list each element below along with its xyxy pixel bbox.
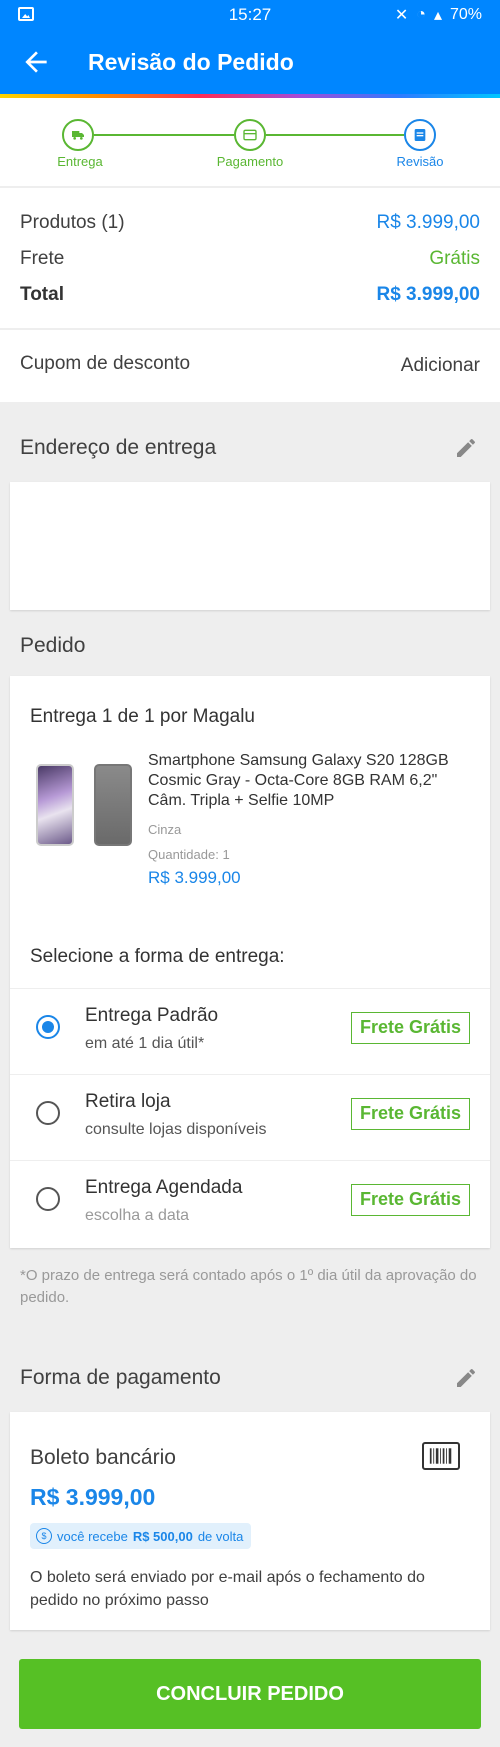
option-title: Entrega Padrão	[85, 1005, 219, 1026]
conclude-order-button[interactable]: CONCLUIR PEDIDO	[19, 1659, 481, 1729]
free-shipping-badge: Frete Grátis	[350, 1184, 470, 1216]
cashback-icon: $	[36, 1528, 52, 1544]
products-value: R$ 3.999,00	[376, 212, 480, 233]
radio-selected[interactable]	[36, 1015, 60, 1039]
signal-icon: ▴	[433, 7, 442, 24]
product-name: Smartphone Samsung Galaxy S20 128GB Cosm…	[148, 752, 449, 809]
payment-method: Boleto bancário	[30, 1446, 176, 1469]
radio-unselected[interactable]	[36, 1187, 60, 1211]
option-subtitle: em até 1 dia útil*	[85, 1035, 205, 1052]
delivery-option-agendada[interactable]: Entrega Agendada escolha a data Frete Gr…	[10, 1160, 490, 1246]
card-icon	[243, 129, 257, 141]
status-bar: 15:27 ✕ ◔ ▴ 70%	[0, 0, 500, 30]
edit-address-icon[interactable]	[454, 436, 478, 460]
checkout-stepper: Entrega Pagamento Revisão	[0, 98, 500, 186]
delivery-title: Entrega 1 de 1 por Magalu	[30, 706, 255, 727]
coupon-row[interactable]: Cupom de desconto Adicionar	[0, 330, 500, 402]
step-pagamento[interactable]	[234, 119, 266, 151]
page-title: Revisão do Pedido	[88, 49, 294, 75]
cashback-badge: $ você recebe R$ 500,00 de volta	[30, 1523, 252, 1549]
order-section-title: Pedido	[20, 634, 86, 657]
payment-description: O boleto será enviado por e-mail após o …	[30, 1569, 425, 1609]
delivery-option-retira-loja[interactable]: Retira loja consulte lojas disponíveis F…	[10, 1074, 490, 1160]
products-label: Produtos (1)	[20, 212, 125, 233]
total-value: R$ 3.999,00	[376, 284, 480, 305]
radio-unselected[interactable]	[36, 1101, 60, 1125]
cashback-suffix: de volta	[197, 1528, 244, 1544]
battery-text: 70%	[449, 6, 482, 23]
status-icons: ✕ ◔ ▴ 70%	[395, 5, 482, 25]
option-subtitle: escolha a data	[85, 1207, 190, 1224]
wifi-icon: ◔	[416, 6, 426, 23]
address-section-title: Endereço de entrega	[20, 436, 217, 459]
option-title: Retira loja	[85, 1091, 171, 1112]
product-price: R$ 3.999,00	[148, 868, 241, 887]
edit-payment-icon[interactable]	[454, 1366, 478, 1390]
order-card: Entrega 1 de 1 por Magalu Smartphone Sam…	[10, 676, 490, 1248]
total-label: Total	[20, 284, 64, 305]
payment-section-title: Forma de pagamento	[20, 1366, 221, 1389]
truck-icon	[72, 131, 84, 140]
barcode-icon	[422, 1442, 460, 1470]
select-delivery-title: Selecione a forma de entrega:	[30, 946, 285, 967]
stepper-line	[94, 134, 234, 136]
address-card[interactable]	[10, 482, 490, 610]
step-revisao[interactable]	[404, 119, 436, 151]
option-title: Entrega Agendada	[85, 1177, 243, 1198]
list-icon	[414, 129, 426, 141]
product-color: Cinza	[148, 822, 182, 837]
payment-card: Boleto bancário R$ 3.999,00 $ você receb…	[10, 1412, 490, 1630]
free-shipping-badge: Frete Grátis	[350, 1098, 470, 1130]
step-label-entrega: Entrega	[57, 154, 103, 169]
app-bar: Revisão do Pedido	[0, 30, 500, 94]
shipping-value: Grátis	[429, 248, 480, 269]
summary-products-row: Produtos (1) R$ 3.999,00	[20, 212, 480, 234]
step-label-pagamento: Pagamento	[216, 154, 284, 169]
coupon-label: Cupom de desconto	[20, 353, 191, 374]
add-coupon-button[interactable]: Adicionar	[401, 355, 480, 377]
cashback-value: R$ 500,00	[132, 1528, 193, 1544]
delivery-note: *O prazo de entrega será contado após o …	[20, 1267, 477, 1306]
summary-total-row: Total R$ 3.999,00	[20, 284, 480, 306]
stepper-line	[266, 134, 404, 136]
order-summary: Produtos (1) R$ 3.999,00 Frete Grátis To…	[0, 188, 500, 328]
step-entrega[interactable]	[62, 119, 94, 151]
payment-price: R$ 3.999,00	[30, 1484, 156, 1510]
summary-shipping-row: Frete Grátis	[20, 248, 480, 270]
product-quantity: Quantidade: 1	[148, 847, 230, 862]
back-arrow-icon[interactable]	[20, 46, 52, 78]
shipping-label: Frete	[20, 248, 65, 269]
step-label-revisao: Revisão	[396, 154, 444, 169]
delivery-option-padrao[interactable]: Entrega Padrão em até 1 dia útil* Frete …	[10, 988, 490, 1074]
free-shipping-badge: Frete Grátis	[350, 1012, 470, 1044]
mute-icon: ✕	[394, 7, 409, 24]
option-subtitle: consulte lojas disponíveis	[85, 1121, 267, 1138]
cashback-prefix: você recebe	[57, 1528, 128, 1544]
